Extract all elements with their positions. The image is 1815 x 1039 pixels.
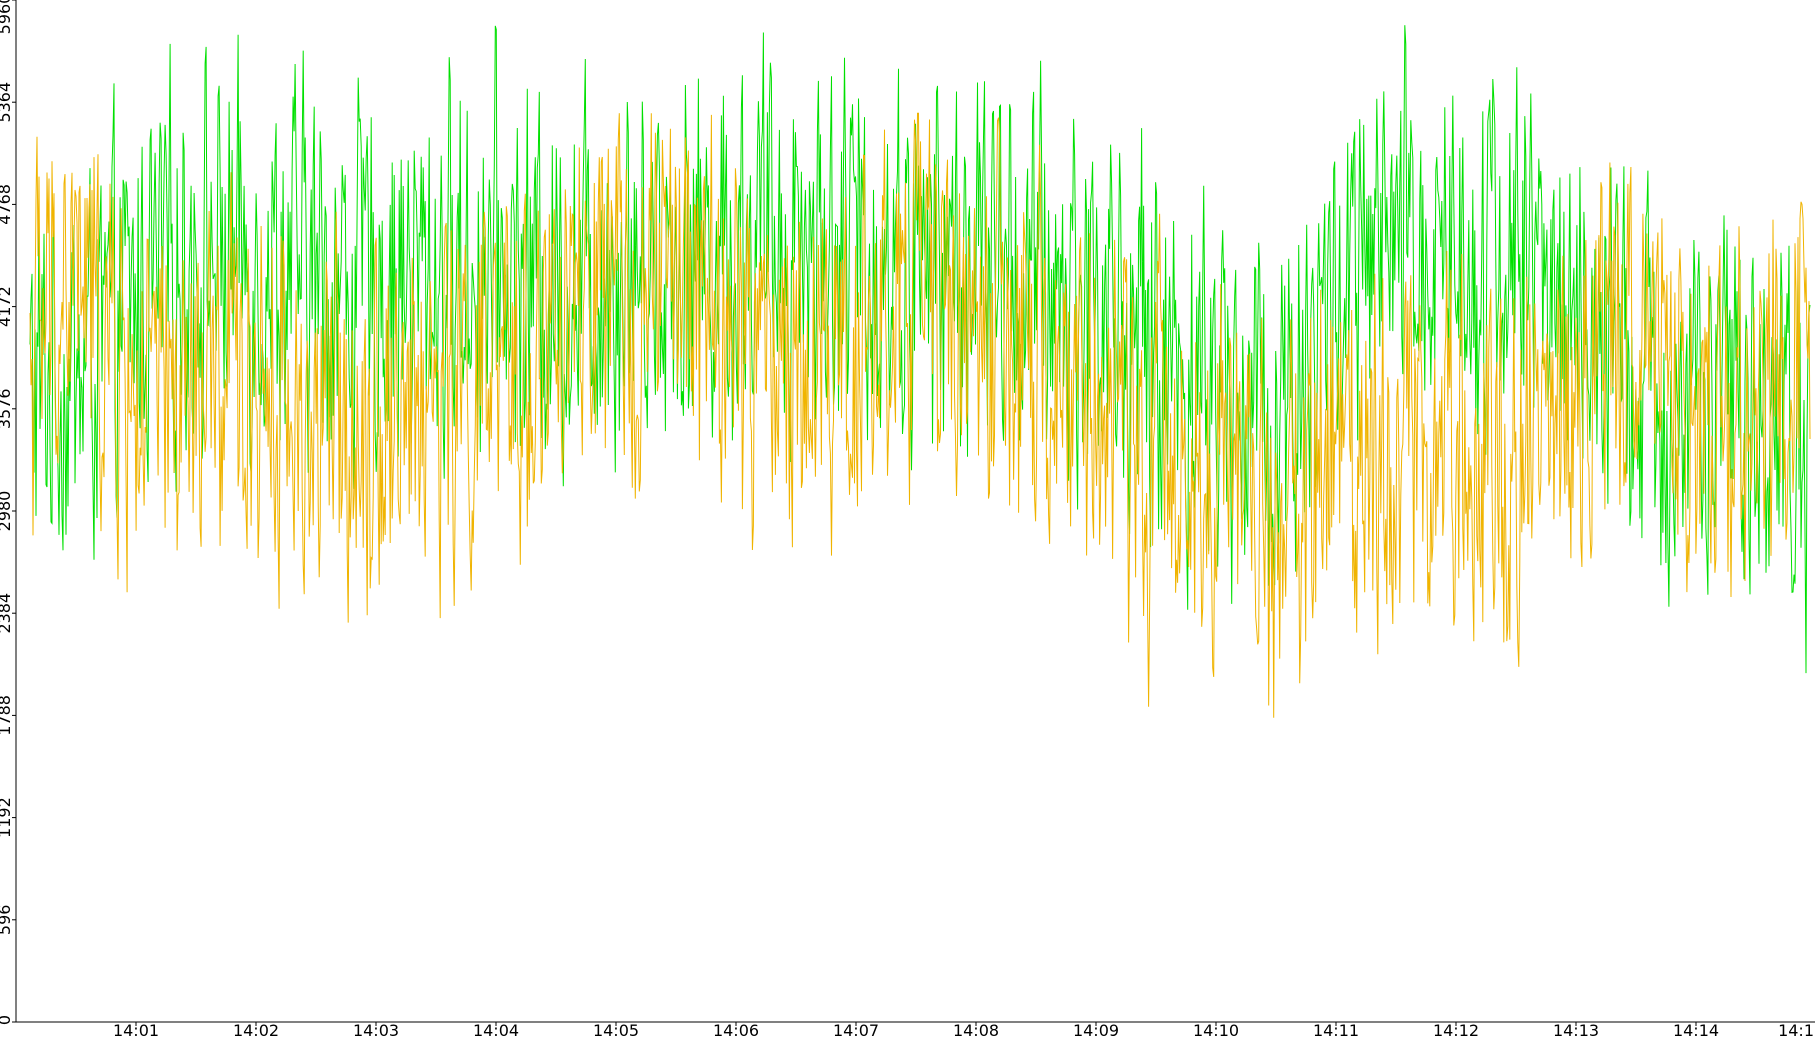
y-tick-label: 5364	[0, 82, 14, 123]
y-tick-label: 4768	[0, 184, 14, 225]
x-tick-label: 14:04	[473, 1021, 519, 1039]
y-axis-ticks: 0 596 1192 1788 2384 2980 3576 4172 4768 5364 5960	[0, 0, 16, 1025]
x-tick-label: 14:01	[113, 1021, 159, 1039]
x-tick-label: 14:13	[1553, 1021, 1599, 1039]
y-tick-label: 1788	[0, 695, 14, 736]
x-tick-label: 14:11	[1313, 1021, 1359, 1039]
y-tick-label: 1192	[0, 797, 14, 838]
chart-root: 0 596 1192 1788 2384 2980 3576 4172 4768 5364 5960…	[0, 0, 1815, 1039]
x-tick-label: 14:08	[953, 1021, 999, 1039]
y-tick-label: 4172	[0, 286, 14, 327]
y-tick-label: 2980	[0, 491, 14, 532]
y-tick-label: 5960	[0, 0, 14, 34]
y-tick-label: 2384	[0, 593, 14, 634]
x-tick-label: 14:1	[1778, 1021, 1814, 1039]
x-axis-ticks: 14:01 14:02 14:03 14:04 14:05 14:06 14:07 14:08…	[113, 1021, 1814, 1039]
line-chart: 0 596 1192 1788 2384 2980 3576 4172 4768 5364 5960…	[0, 0, 1815, 1039]
x-tick-label: 14:03	[353, 1021, 399, 1039]
x-tick-label: 14:14	[1673, 1021, 1719, 1039]
x-tick-label: 14:05	[593, 1021, 639, 1039]
x-tick-label: 14:10	[1193, 1021, 1239, 1039]
y-tick-label: 0	[0, 1015, 14, 1025]
x-tick-label: 14:06	[713, 1021, 759, 1039]
x-tick-label: 14:02	[233, 1021, 279, 1039]
x-tick-label: 14:09	[1073, 1021, 1119, 1039]
y-tick-label: 596	[0, 905, 14, 936]
x-tick-label: 14:12	[1433, 1021, 1479, 1039]
x-tick-label: 14:07	[833, 1021, 879, 1039]
y-tick-label: 3576	[0, 388, 14, 429]
